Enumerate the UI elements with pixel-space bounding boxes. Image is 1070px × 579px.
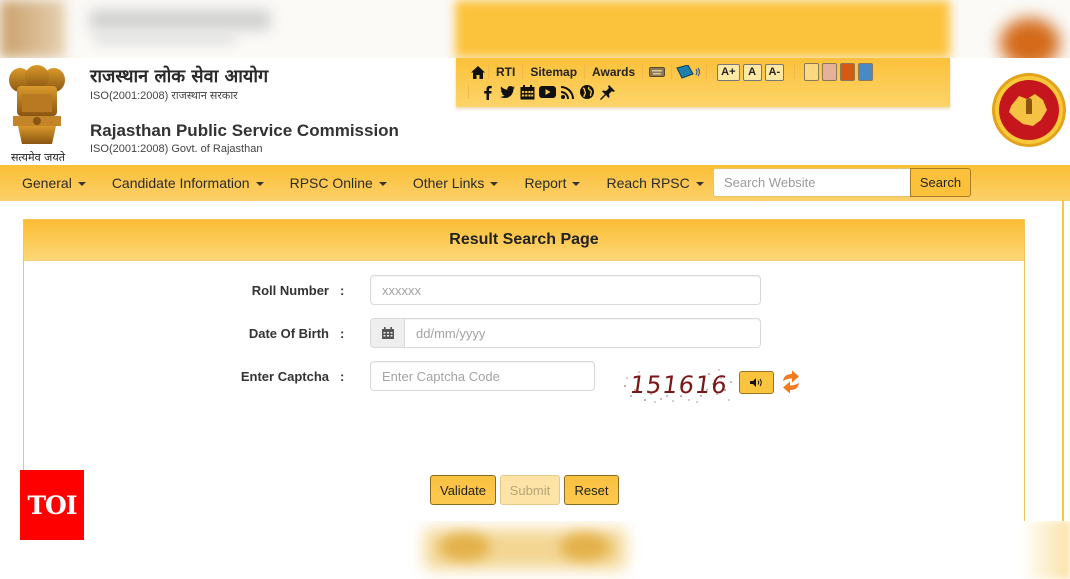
blurred-bottom-strip: [0, 521, 1070, 579]
english-title: Rajasthan Public Service Commission: [90, 121, 399, 140]
nav-label: Reach RPSC: [606, 175, 690, 191]
theme-swatch-blue[interactable]: [858, 63, 874, 81]
caret-down-icon: [490, 182, 499, 187]
nav-general[interactable]: General: [0, 175, 99, 191]
submit-button[interactable]: Submit: [500, 475, 560, 505]
dob-input[interactable]: [404, 318, 761, 348]
caret-down-icon: [378, 182, 387, 187]
main-nav: General Candidate Information RPSC Onlin…: [0, 165, 1070, 201]
hindi-title: राजस्थान लोक सेवा आयोग: [90, 66, 269, 87]
nav-other-links[interactable]: Other Links: [400, 175, 512, 191]
search-button[interactable]: Search: [910, 168, 971, 197]
result-search-panel: Result Search Page Roll Number : Date Of…: [23, 219, 1025, 524]
speaker-icon: [750, 378, 762, 387]
roll-number-label: Roll Number: [251, 283, 329, 298]
font-normal-button[interactable]: A: [742, 63, 762, 81]
youtube-icon[interactable]: [537, 83, 557, 101]
pin-icon[interactable]: [597, 83, 617, 101]
panel-header: Result Search Page: [24, 220, 1024, 261]
calendar-icon[interactable]: [517, 83, 537, 101]
roll-number-colon: :: [340, 283, 345, 298]
search-input[interactable]: [713, 168, 910, 197]
nav-label: General: [22, 175, 72, 191]
utility-row-2: [468, 83, 617, 101]
nav-rpsc-online[interactable]: RPSC Online: [277, 175, 400, 191]
refresh-icon: [783, 370, 799, 394]
reset-button[interactable]: Reset: [564, 475, 619, 505]
theme-swatch-peach[interactable]: [822, 63, 838, 81]
utility-row-1: RTI Sitemap Awards A+ A A-: [468, 63, 876, 81]
globe-icon[interactable]: [577, 83, 597, 101]
rss-icon[interactable]: [557, 83, 577, 101]
roll-number-input[interactable]: [370, 275, 761, 305]
captcha-label: Enter Captcha: [240, 369, 329, 384]
captcha-refresh-button[interactable]: [779, 368, 803, 396]
facebook-icon[interactable]: [477, 83, 497, 101]
captcha-audio-button[interactable]: [739, 371, 774, 394]
rpsc-seal-logo: [992, 73, 1066, 147]
emblem-motto: सत्यमेव जयते: [10, 151, 65, 164]
captcha-colon: :: [340, 369, 345, 384]
dob-calendar-addon[interactable]: [370, 318, 405, 348]
dob-colon: :: [340, 326, 345, 341]
captcha-image: 151616: [621, 366, 735, 404]
separator: [794, 65, 796, 79]
nav-candidate-information[interactable]: Candidate Information: [99, 175, 277, 191]
nav-label: Report: [524, 175, 567, 191]
validate-button[interactable]: Validate: [430, 475, 496, 505]
caret-down-icon: [572, 182, 581, 187]
right-border-decoration: [1062, 200, 1064, 522]
utility-bar: RTI Sitemap Awards A+ A A-: [456, 58, 950, 107]
panel-title: Result Search Page: [449, 231, 599, 248]
captcha-code: 151616: [628, 371, 730, 399]
nav-label: RPSC Online: [289, 175, 373, 191]
caret-down-icon: [77, 182, 86, 187]
theme-swatch-orange[interactable]: [840, 63, 856, 81]
font-decrease-button[interactable]: A-: [764, 63, 785, 81]
sitemap-link[interactable]: Sitemap: [523, 65, 584, 79]
keyboard-icon[interactable]: [643, 63, 671, 81]
screen-reader-icon[interactable]: [672, 63, 706, 81]
hindi-subtitle: ISO(2001:2008) राजस्थान सरकार: [90, 90, 238, 102]
separator: [468, 85, 469, 99]
ashoka-emblem-icon: [9, 65, 65, 144]
rti-link[interactable]: RTI: [489, 65, 522, 79]
caret-down-icon: [255, 182, 264, 187]
captcha-input[interactable]: [370, 361, 595, 391]
site-search: Search: [713, 168, 971, 197]
separator: [706, 65, 708, 79]
national-emblem: सत्यमेव जयते: [2, 62, 72, 164]
dob-label: Date Of Birth: [248, 326, 329, 341]
awards-link[interactable]: Awards: [585, 65, 642, 79]
page: सत्यमेव जयते राजस्थान लोक सेवा आयोग ISO(…: [0, 0, 1070, 579]
nav-reach-rpsc[interactable]: Reach RPSC: [593, 175, 716, 191]
twitter-icon[interactable]: [497, 83, 517, 101]
blurred-top-strip: [0, 0, 1070, 58]
toi-logo-text: TOI: [27, 490, 77, 520]
nav-label: Other Links: [412, 175, 485, 191]
toi-watermark-logo: TOI: [20, 470, 84, 540]
nav-report[interactable]: Report: [511, 175, 593, 191]
theme-swatch-yellow[interactable]: [804, 63, 820, 81]
font-increase-button[interactable]: A+: [717, 63, 740, 81]
site-header: सत्यमेव जयते राजस्थान लोक सेवा आयोग ISO(…: [0, 58, 1070, 165]
home-icon[interactable]: [468, 63, 488, 81]
english-subtitle: ISO(2001:2008) Govt. of Rajasthan: [90, 143, 263, 155]
caret-down-icon: [695, 182, 704, 187]
calendar-icon: [382, 327, 394, 339]
nav-label: Candidate Information: [111, 175, 250, 191]
